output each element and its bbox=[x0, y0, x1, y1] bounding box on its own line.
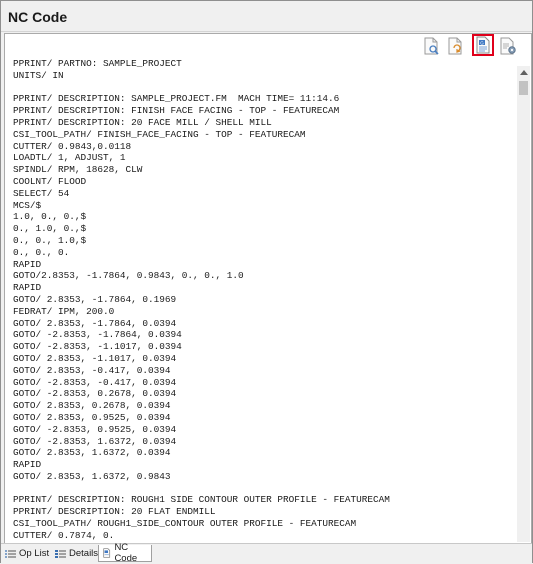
code-line: GOTO/ -2.8353, 0.9525, 0.0394 bbox=[13, 423, 177, 435]
code-line: SELECT/ 54 bbox=[13, 187, 70, 199]
tab-nc-code-label: NC Code bbox=[114, 542, 138, 564]
scroll-up-arrow-icon[interactable] bbox=[517, 66, 530, 79]
tab-nc-code[interactable]: NC Code bbox=[98, 542, 152, 564]
code-line: CSI_TOOL_PATH/ ROUGH1_SIDE_CONTOUR OUTER… bbox=[13, 518, 357, 530]
code-line: UNITS/ IN bbox=[13, 69, 64, 81]
code-line: CUTTER/ 0.9843,0.0118 bbox=[13, 140, 132, 152]
save-nc-code-icon: G bbox=[476, 36, 490, 54]
details-icon bbox=[55, 549, 66, 559]
code-line: 0., 0., 0. bbox=[13, 246, 70, 258]
code-line: SPINDL/ RPM, 18628, CLW bbox=[13, 164, 143, 176]
nc-code-window: NC Code G PPRINT/ PARTNO: SAMPLE_PROJECT… bbox=[0, 0, 533, 564]
window-title: NC Code bbox=[8, 9, 68, 25]
nc-code-panel: G PPRINT/ PARTNO: SAMPLE_PROJECT UNITS/ I… bbox=[4, 33, 532, 544]
tab-op-list-label: Op List bbox=[19, 548, 50, 559]
save-nc-code-button[interactable]: G bbox=[472, 34, 494, 56]
code-line: GOTO/2.8353, -1.7864, 0.9843, 0., 0., 1.… bbox=[13, 270, 244, 282]
code-line: GOTO/ 2.8353, 0.9525, 0.0394 bbox=[13, 411, 171, 423]
tab-op-list[interactable]: Op List bbox=[2, 545, 52, 562]
code-line: PPRINT/ DESCRIPTION: SAMPLE_PROJECT.FM M… bbox=[13, 93, 340, 105]
code-line: 1.0, 0., 0.,$ bbox=[13, 211, 87, 223]
code-line: PPRINT/ PARTNO: SAMPLE_PROJECT bbox=[13, 58, 182, 69]
code-line: FEDRAT/ IPM, 200.0 bbox=[13, 305, 115, 317]
code-line: MCS/$ bbox=[13, 199, 42, 211]
vertical-scrollbar[interactable] bbox=[517, 66, 530, 542]
code-line: LOADTL/ 1, ADJUST, 1 bbox=[13, 152, 126, 164]
nc-code-icon bbox=[102, 548, 111, 558]
code-line: PPRINT/ DESCRIPTION: FINISH FACE FACING … bbox=[13, 105, 340, 117]
code-line: RAPID bbox=[13, 459, 42, 471]
code-line: GOTO/ 2.8353, -1.1017, 0.0394 bbox=[13, 352, 177, 364]
code-line: GOTO/ 2.8353, -1.7864, 0.0394 bbox=[13, 317, 177, 329]
code-line: GOTO/ -2.8353, 1.6372, 0.0394 bbox=[13, 435, 177, 447]
nc-settings-button[interactable] bbox=[498, 36, 518, 56]
nc-settings-icon bbox=[500, 37, 516, 55]
find-button[interactable] bbox=[421, 36, 441, 56]
code-line: CSI_TOOL_PATH/ FINISH_FACE_FACING - TOP … bbox=[13, 128, 306, 140]
svg-text:G: G bbox=[480, 40, 484, 45]
code-line: PPRINT/ DESCRIPTION: ROUGH1 SIDE CONTOUR… bbox=[13, 494, 390, 506]
code-line: GOTO/ -2.8353, 0.2678, 0.0394 bbox=[13, 388, 177, 400]
code-line: 0., 1.0, 0.,$ bbox=[13, 223, 87, 235]
code-line: GOTO/ -2.8353, -0.417, 0.0394 bbox=[13, 376, 177, 388]
bottom-tab-bar: Op List Details NC Code bbox=[1, 542, 532, 564]
code-line: RAPID bbox=[13, 282, 42, 294]
code-line: GOTO/ 2.8353, 0.2678, 0.0394 bbox=[13, 400, 171, 412]
tab-details[interactable]: Details bbox=[52, 545, 101, 562]
code-line: GOTO/ -2.8353, -1.1017, 0.0394 bbox=[13, 341, 182, 353]
code-line: GOTO/ 2.8353, -0.417, 0.0394 bbox=[13, 364, 171, 376]
code-line: CUTTER/ 0.7874, 0. bbox=[13, 529, 115, 541]
scroll-thumb[interactable] bbox=[519, 81, 528, 95]
code-line: COOLNT/ FLOOD bbox=[13, 175, 87, 187]
code-line: PPRINT/ DESCRIPTION: 20 FLAT ENDMILL bbox=[13, 506, 216, 518]
find-in-document-icon bbox=[424, 37, 439, 55]
nc-code-text[interactable]: PPRINT/ PARTNO: SAMPLE_PROJECT UNITS/ IN … bbox=[13, 58, 513, 542]
code-line: RAPID bbox=[13, 258, 42, 270]
tab-details-label: Details bbox=[69, 548, 99, 559]
code-line: GOTO/ 2.8353, 1.6372, 0.9843 bbox=[13, 470, 171, 482]
title-divider bbox=[1, 31, 532, 32]
code-line: GOTO/ 2.8353, -1.7864, 0.1969 bbox=[13, 293, 177, 305]
list-icon bbox=[5, 549, 16, 559]
code-line: PPRINT/ DESCRIPTION: 20 FACE MILL / SHEL… bbox=[13, 116, 272, 128]
refresh-document-icon bbox=[448, 37, 462, 55]
nc-toolbar: G bbox=[5, 34, 531, 58]
code-line: GOTO/ 2.8353, 1.6372, 0.0394 bbox=[13, 447, 171, 459]
code-line: GOTO/ -2.8353, -1.7864, 0.0394 bbox=[13, 329, 182, 341]
refresh-button[interactable] bbox=[445, 36, 465, 56]
code-line: 0., 0., 1.0,$ bbox=[13, 234, 87, 246]
